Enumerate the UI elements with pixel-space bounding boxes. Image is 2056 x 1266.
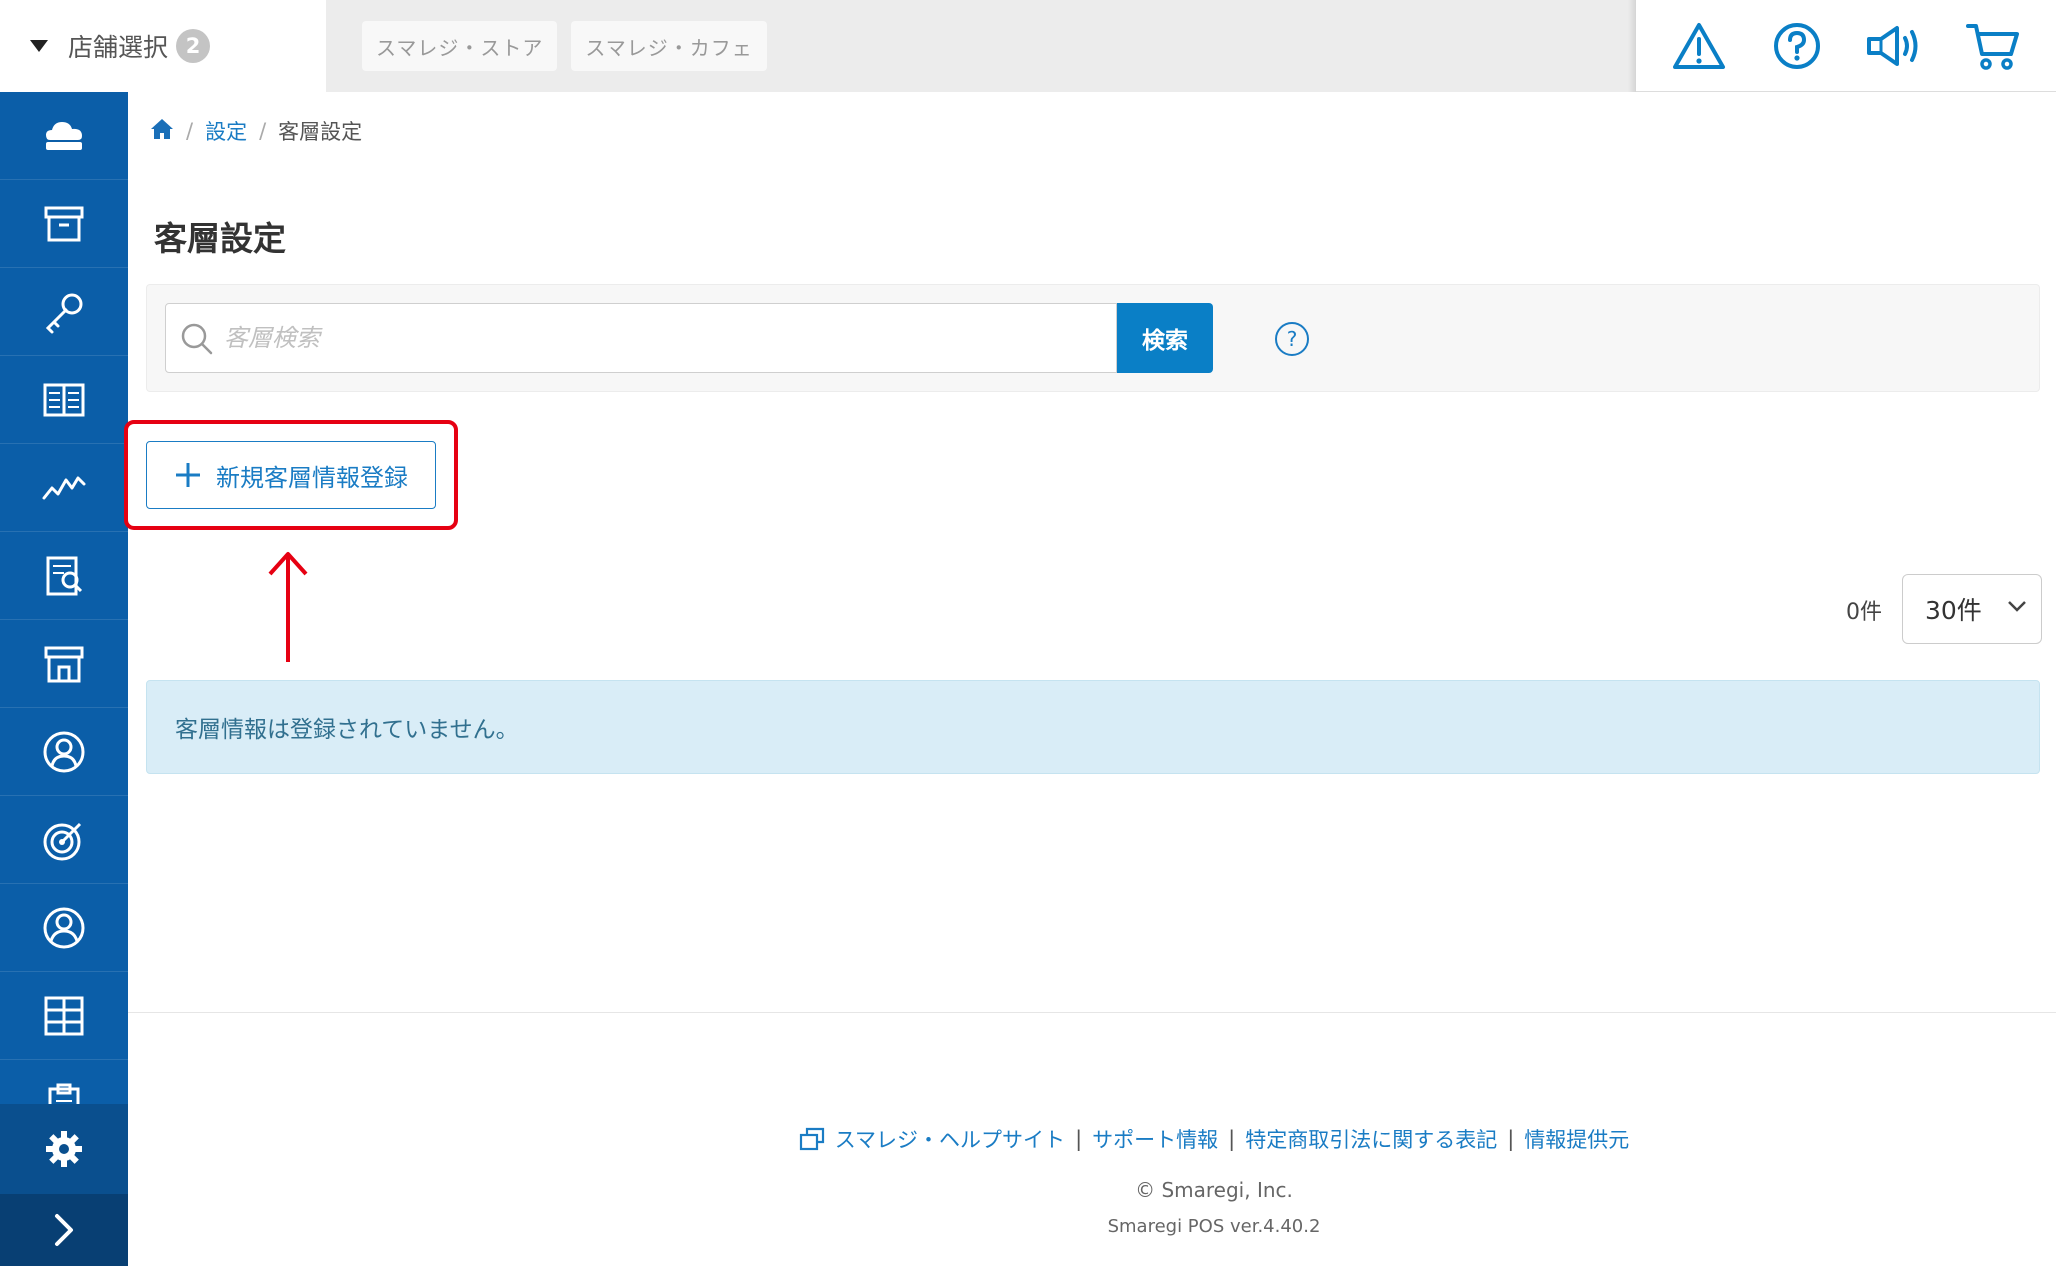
top-icon-bar <box>1636 0 2056 92</box>
add-customer-segment-button[interactable]: 新規客層情報登録 <box>146 441 436 509</box>
caret-down-icon <box>30 40 48 52</box>
book-icon <box>43 383 85 416</box>
search-input[interactable] <box>224 324 1116 352</box>
search-icon <box>181 323 213 355</box>
person-icon <box>43 731 85 772</box>
sidebar-settings-button[interactable] <box>0 1104 128 1194</box>
result-count: 0件 <box>1846 600 1882 625</box>
per-page-value: 30件 <box>1925 596 1982 625</box>
sidebar-item-customer[interactable] <box>0 884 128 972</box>
footer-separator: | <box>1507 1127 1515 1151</box>
target-icon <box>43 822 82 860</box>
search-button[interactable]: 検索 <box>1117 303 1213 373</box>
footer-help-site-label: スマレジ・ヘルプサイト <box>834 1128 1066 1152</box>
footer-law-link[interactable]: 特定商取引法に関する表記 <box>1245 1124 1497 1154</box>
store-select-label: 店舗選択 <box>68 33 169 62</box>
cart-icon[interactable] <box>1961 14 2025 78</box>
chevron-right-icon <box>55 1214 73 1246</box>
footer-separator: | <box>1075 1127 1083 1151</box>
search-panel: 検索 ? <box>146 284 2040 392</box>
annotation-arrow-up-icon <box>268 552 308 662</box>
megaphone-icon[interactable] <box>1863 14 1927 78</box>
archive-box-icon <box>44 206 84 241</box>
top-bar: 店舗選択 2 スマレジ・ストア スマレジ・カフェ <box>0 0 2056 92</box>
store-count-badge: 2 <box>176 29 211 63</box>
breadcrumb-separator: / <box>186 119 194 143</box>
search-box <box>165 303 1117 373</box>
sidebar-item-store[interactable] <box>0 620 128 708</box>
page-title: 客層設定 <box>154 219 286 258</box>
sidebar-bottom <box>0 1104 128 1266</box>
footer-version: Smaregi POS ver.4.40.2 <box>1107 1216 1321 1237</box>
sidebar-item-register[interactable] <box>0 92 128 180</box>
footer-help-site-link[interactable]: スマレジ・ヘルプサイト <box>799 1124 1065 1154</box>
grid-icon <box>44 996 84 1035</box>
breadcrumb-settings-link[interactable]: 設定 <box>205 116 247 146</box>
sidebar-item-staff[interactable] <box>0 708 128 796</box>
chevron-down-icon <box>2008 601 2026 612</box>
sidebar-expand-button[interactable] <box>0 1194 128 1266</box>
breadcrumb: / 設定 / 客層設定 <box>150 116 362 146</box>
cloud-register-icon <box>46 121 82 150</box>
store-tab-store[interactable]: スマレジ・ストア <box>362 21 558 71</box>
gear-icon <box>46 1131 82 1167</box>
chart-line-icon <box>42 476 86 499</box>
footer-divider <box>128 1012 2056 1013</box>
home-icon[interactable] <box>150 118 174 145</box>
sidebar-item-analytics[interactable] <box>0 444 128 532</box>
sidebar-item-key[interactable] <box>0 268 128 356</box>
store-tabs: スマレジ・ストア スマレジ・カフェ <box>326 0 1636 92</box>
store-icon <box>44 646 84 682</box>
sidebar <box>0 92 128 1266</box>
empty-state-alert: 客層情報は登録されていません。 <box>146 680 2040 774</box>
help-icon[interactable] <box>1765 14 1829 78</box>
main-content: / 設定 / 客層設定 客層設定 検索 ? 新規客層情報登録 0件 30件 客層… <box>124 92 2056 1266</box>
sidebar-item-book[interactable] <box>0 356 128 444</box>
footer-support-link[interactable]: サポート情報 <box>1092 1124 1218 1154</box>
footer-info-provider-link[interactable]: 情報提供元 <box>1524 1124 1629 1154</box>
footer-links: スマレジ・ヘルプサイト | サポート情報 | 特定商取引法に関する表記 | 情報… <box>128 1124 1800 1154</box>
footer-separator: | <box>1228 1127 1236 1151</box>
breadcrumb-separator: / <box>259 119 267 143</box>
search-help-icon[interactable]: ? <box>1275 322 1309 356</box>
key-icon <box>45 293 83 333</box>
plus-icon <box>176 463 200 487</box>
user-icon <box>43 907 85 948</box>
footer-copyright: © Smaregi, Inc. <box>1135 1178 1293 1202</box>
per-page-select[interactable]: 30件 <box>1902 574 2042 644</box>
report-icon <box>46 556 83 595</box>
warning-icon[interactable] <box>1667 14 1731 78</box>
add-button-label: 新規客層情報登録 <box>216 464 408 492</box>
sidebar-item-archive[interactable] <box>0 180 128 268</box>
store-select-dropdown[interactable]: 店舗選択 2 <box>0 0 326 92</box>
sidebar-item-grid[interactable] <box>0 972 128 1060</box>
sidebar-item-report[interactable] <box>0 532 128 620</box>
breadcrumb-current: 客層設定 <box>278 120 363 144</box>
sidebar-item-target[interactable] <box>0 796 128 884</box>
external-window-icon <box>799 1127 824 1151</box>
store-tab-cafe[interactable]: スマレジ・カフェ <box>571 21 767 71</box>
